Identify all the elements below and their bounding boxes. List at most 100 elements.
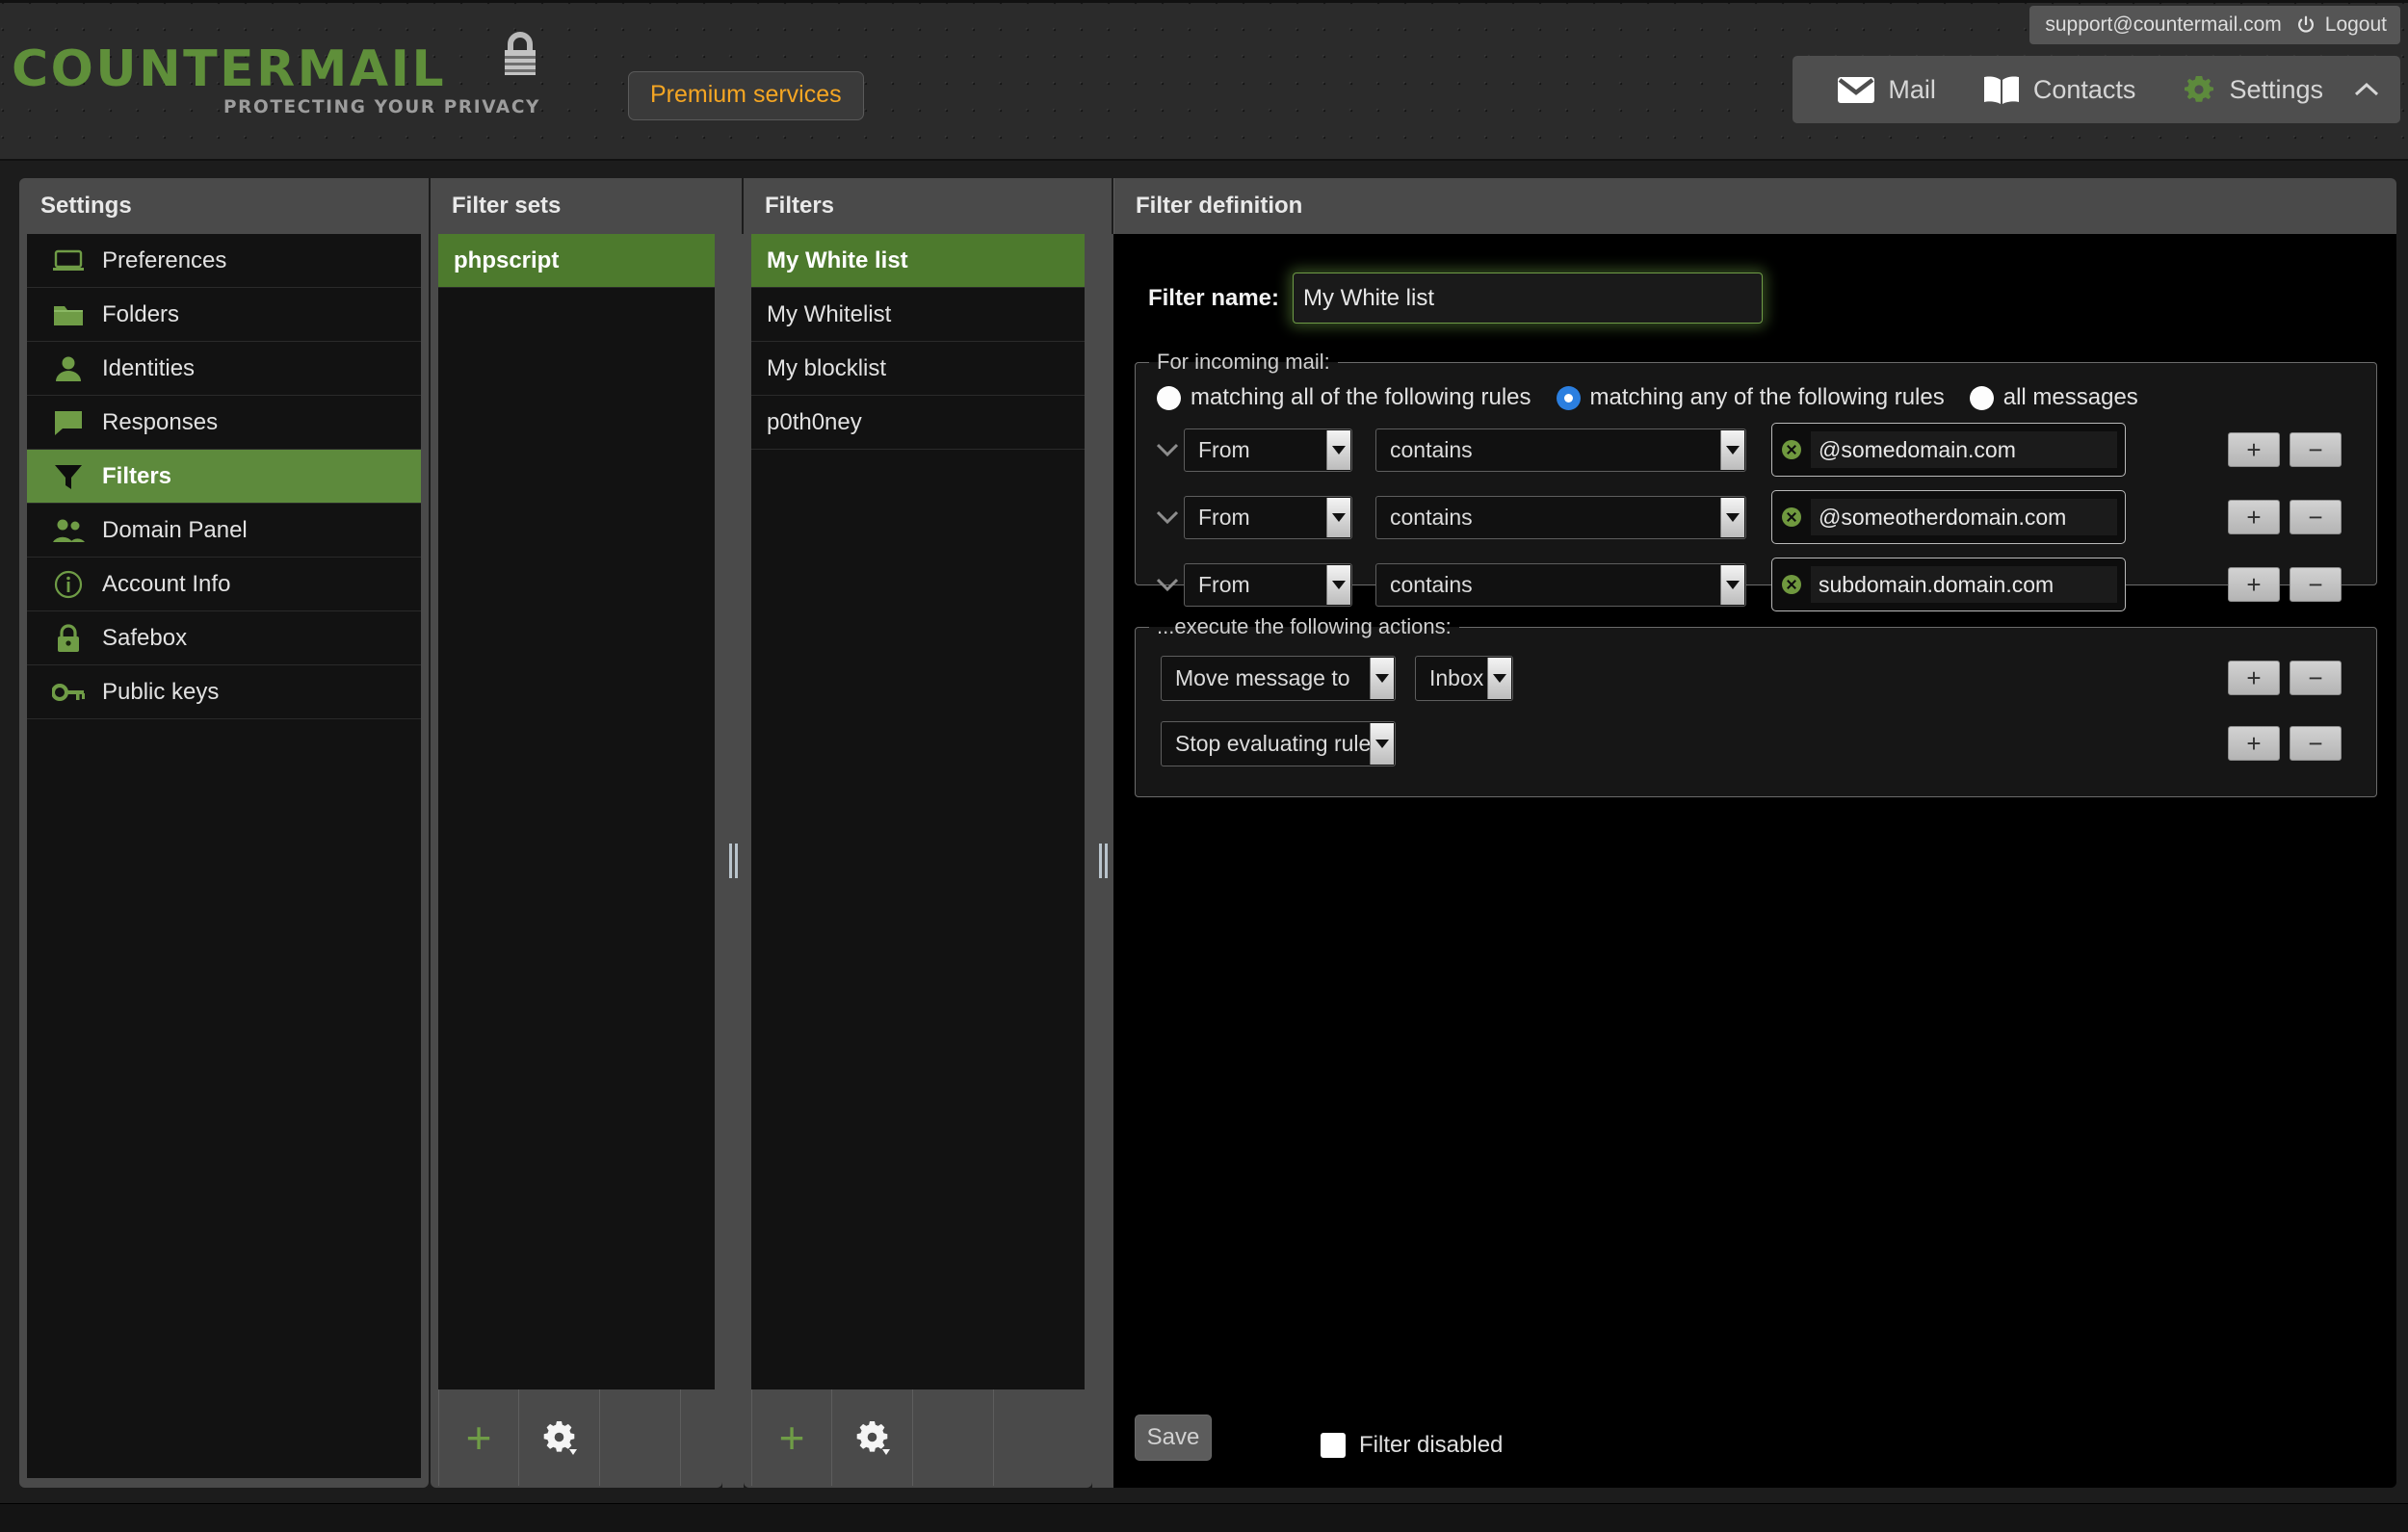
filter-item[interactable]: My White list	[751, 234, 1085, 288]
rule-field-select[interactable]: From	[1184, 495, 1352, 539]
chevron-down-icon	[1720, 564, 1744, 605]
action-row: Move message to Inbox + −	[1136, 651, 2376, 705]
chevron-down-icon[interactable]	[1151, 578, 1184, 591]
sidebar-item-safebox[interactable]: Safebox	[27, 611, 421, 665]
filter-sets-toolbar: +	[438, 1389, 715, 1486]
nav-label-contacts: Contacts	[2032, 74, 2136, 104]
action-buttons: + −	[2228, 726, 2342, 761]
logout-button[interactable]: Logout	[2295, 13, 2387, 37]
rule-operator-select[interactable]: contains	[1375, 562, 1746, 607]
sidebar-label-safebox: Safebox	[102, 624, 188, 651]
filter-name-input[interactable]	[1293, 273, 1763, 324]
rule-field-select[interactable]: From	[1184, 562, 1352, 607]
radio-all-messages[interactable]: all messages	[1969, 384, 2138, 411]
filter-sets-column: phpscript +	[431, 234, 722, 1488]
add-rule-button[interactable]: +	[2228, 567, 2280, 602]
rule-operator-value: contains	[1390, 504, 1473, 530]
people-icon	[52, 514, 85, 547]
filters-toolbar: +	[751, 1389, 1085, 1486]
nav-label-mail: Mail	[1888, 74, 1936, 104]
action-folder-select[interactable]: Inbox	[1415, 655, 1513, 701]
match-mode-radios: matching all of the following rules matc…	[1136, 375, 2376, 411]
radio-indicator-selected	[1556, 385, 1581, 410]
remove-rule-button[interactable]: −	[2290, 432, 2342, 467]
rule-field-value: From	[1198, 504, 1250, 530]
sidebar-item-filters[interactable]: Filters	[27, 450, 421, 504]
header-filters: Filters	[744, 178, 1112, 234]
rule-value-input[interactable]	[1811, 499, 2117, 535]
sidebar-item-account-info[interactable]: Account Info	[27, 558, 421, 611]
rule-value-input[interactable]	[1811, 566, 2117, 603]
action-type-select[interactable]: Move message to	[1161, 655, 1396, 701]
add-rule-button[interactable]: +	[2228, 500, 2280, 534]
sidebar-label-domain-panel: Domain Panel	[102, 516, 248, 543]
remove-rule-button[interactable]: −	[2290, 567, 2342, 602]
remove-rule-button[interactable]: −	[2290, 500, 2342, 534]
key-icon	[52, 676, 85, 709]
filter-item[interactable]: My blocklist	[751, 342, 1085, 396]
rule-field-select[interactable]: From	[1184, 428, 1352, 472]
nav-item-settings[interactable]: Settings	[2159, 56, 2346, 123]
remove-action-button[interactable]: −	[2290, 726, 2342, 761]
nav-item-mail[interactable]: Mail	[1814, 56, 1959, 123]
splitter-filters[interactable]	[1092, 234, 1113, 1488]
sidebar-item-public-keys[interactable]: Public keys	[27, 665, 421, 719]
chevron-down-icon[interactable]	[1151, 443, 1184, 456]
filter-item[interactable]: p0th0ney	[751, 396, 1085, 450]
add-action-button[interactable]: +	[2228, 661, 2280, 695]
window-bottom-strip	[0, 1503, 2408, 1532]
rule-operator-select[interactable]: contains	[1375, 495, 1746, 539]
account-email: support@countermail.com	[2045, 13, 2282, 36]
filter-sets-add-button[interactable]: +	[438, 1389, 519, 1486]
sidebar-label-public-keys: Public keys	[102, 678, 220, 705]
rule-operator-select[interactable]: contains	[1375, 428, 1746, 472]
work-area: Settings Filter sets Filters Filter defi…	[0, 163, 2408, 1503]
rule-row: From contains + −	[1136, 488, 2376, 546]
filter-set-item[interactable]: phpscript	[438, 234, 715, 288]
header-filter-sets: Filter sets	[431, 178, 742, 234]
splitter-grip	[728, 844, 738, 878]
remove-value-icon[interactable]	[1782, 507, 1801, 527]
logo-wordmark: COUNTERMAIL	[12, 40, 447, 98]
sidebar-item-identities[interactable]: Identities	[27, 342, 421, 396]
radio-match-all[interactable]: matching all of the following rules	[1157, 384, 1531, 411]
chevron-down-icon	[1487, 657, 1511, 699]
filter-item[interactable]: My Whitelist	[751, 288, 1085, 342]
filter-sets-options-button[interactable]	[519, 1389, 600, 1486]
splitter-filter-sets[interactable]	[722, 234, 744, 1488]
remove-value-icon[interactable]	[1782, 575, 1801, 594]
action-folder-value: Inbox	[1429, 664, 1484, 690]
sidebar-item-folders[interactable]: Folders	[27, 288, 421, 342]
premium-services-button[interactable]: Premium services	[628, 71, 864, 120]
rule-value-field	[1771, 558, 2126, 611]
save-button[interactable]: Save	[1135, 1415, 1212, 1461]
add-action-button[interactable]: +	[2228, 726, 2280, 761]
remove-action-button[interactable]: −	[2290, 661, 2342, 695]
action-type-select[interactable]: Stop evaluating rules	[1161, 720, 1396, 766]
logo[interactable]: COUNTERMAIL PROTECTING YOUR PRIVACY	[12, 32, 570, 121]
checkbox-indicator	[1321, 1433, 1346, 1458]
chevron-down-icon	[1370, 722, 1394, 765]
radio-match-any[interactable]: matching any of the following rules	[1556, 384, 1945, 411]
chevron-down-icon	[1720, 497, 1744, 537]
filters-options-button[interactable]	[832, 1389, 913, 1486]
filters-add-button[interactable]: +	[751, 1389, 832, 1486]
add-rule-button[interactable]: +	[2228, 432, 2280, 467]
chevron-down-icon	[1326, 564, 1350, 605]
actions-legend: ...execute the following actions:	[1157, 614, 1452, 638]
funnel-icon	[52, 460, 85, 493]
filter-disabled-checkbox[interactable]: Filter disabled	[1321, 1432, 1503, 1459]
radio-label-match-any: matching any of the following rules	[1589, 384, 1945, 410]
nav-item-contacts[interactable]: Contacts	[1959, 56, 2159, 123]
rule-value-input[interactable]	[1811, 431, 2117, 468]
sidebar-item-preferences[interactable]: Preferences	[27, 234, 421, 288]
sidebar-label-identities: Identities	[102, 354, 196, 381]
sidebar-item-domain-panel[interactable]: Domain Panel	[27, 504, 421, 558]
sidebar-label-filters: Filters	[102, 462, 172, 489]
sidebar-item-responses[interactable]: Responses	[27, 396, 421, 450]
nav-collapse-button[interactable]	[2346, 79, 2391, 100]
filters-toolbar-spacer	[913, 1389, 994, 1486]
chevron-down-icon[interactable]	[1151, 510, 1184, 524]
rule-row: From contains + −	[1136, 421, 2376, 479]
remove-value-icon[interactable]	[1782, 440, 1801, 459]
